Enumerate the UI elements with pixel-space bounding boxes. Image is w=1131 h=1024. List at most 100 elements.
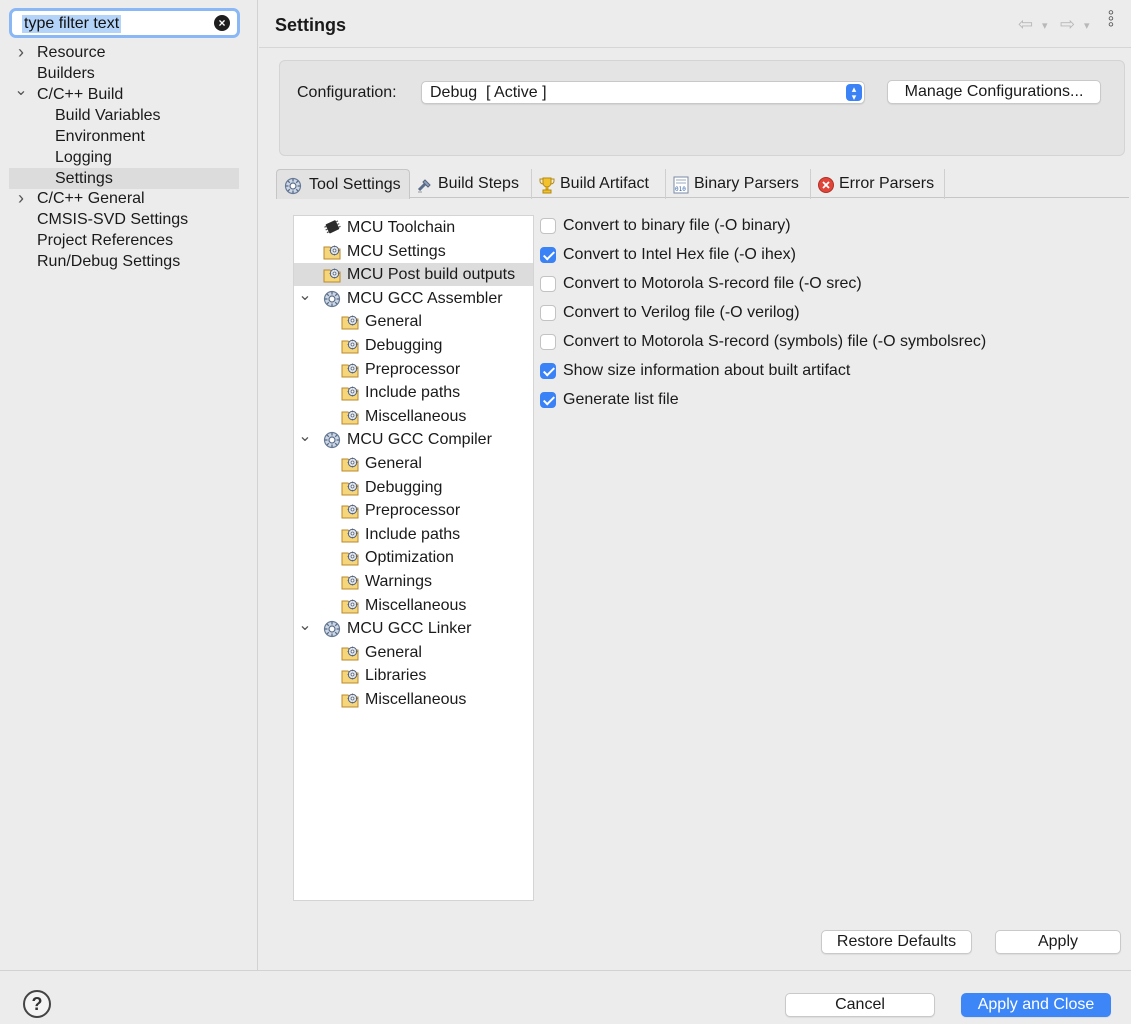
checkbox-unchecked-icon[interactable]: [540, 276, 556, 292]
configuration-select[interactable]: Debug [ Active ] ▴ ▾: [421, 81, 865, 104]
sidebar-item-label: Environment: [55, 128, 145, 145]
folder-gear-icon: [341, 337, 360, 354]
tab-label: Error Parsers: [839, 175, 935, 192]
manage-configurations-button[interactable]: Manage Configurations...: [887, 80, 1101, 104]
chevron-right-icon[interactable]: ›: [13, 188, 29, 209]
tree-item[interactable]: MCU Toolchain: [294, 216, 533, 239]
tree-item[interactable]: Miscellaneous: [294, 594, 533, 617]
option-label: Convert to Intel Hex file (-O ihex): [563, 246, 796, 263]
checkbox-checked-icon[interactable]: [540, 363, 556, 379]
sidebar-item-label: C/C++ Build: [37, 86, 124, 103]
restore-defaults-button[interactable]: Restore Defaults: [821, 930, 972, 954]
folder-gear-icon: [341, 455, 360, 472]
forward-dropdown-icon[interactable]: ▾: [1084, 19, 1090, 32]
sidebar-item[interactable]: Logging: [9, 147, 239, 168]
tree-item[interactable]: ⌄ MCU GCC Linker: [294, 617, 533, 640]
tree-item-label: Preprocessor: [365, 502, 461, 520]
configuration-value: Debug [ Active ]: [430, 84, 547, 101]
tab-tool-settings[interactable]: Tool Settings: [276, 169, 410, 199]
folder-gear-icon: [341, 361, 360, 378]
sidebar-item[interactable]: Environment: [9, 126, 239, 147]
sidebar-item[interactable]: ⌄ C/C++ Build: [9, 84, 239, 105]
tree-item[interactable]: ⌄ MCU GCC Compiler: [294, 428, 533, 451]
tree-item-label: Libraries: [365, 667, 427, 685]
sidebar-item[interactable]: Builders: [9, 63, 239, 84]
folder-gear-icon: [341, 502, 360, 519]
tree-item[interactable]: Miscellaneous: [294, 688, 533, 711]
tab-build-steps[interactable]: Build Steps: [410, 169, 532, 199]
tree-item[interactable]: ⌄ MCU GCC Assembler: [294, 287, 533, 310]
sidebar-item-label: Build Variables: [55, 107, 161, 124]
folder-gear-icon: [341, 597, 360, 614]
view-menu-icon[interactable]: ° ° °: [1106, 9, 1116, 37]
tree-item-label: Optimization: [365, 549, 454, 567]
tree-item-label: MCU Post build outputs: [347, 266, 516, 284]
folder-gear-icon: [341, 526, 360, 543]
tree-item[interactable]: Include paths: [294, 523, 533, 546]
tree-item[interactable]: Warnings: [294, 570, 533, 593]
tree-item-label: Miscellaneous: [365, 691, 467, 708]
sidebar-item-label: C/C++ General: [37, 190, 145, 207]
tree-item[interactable]: Preprocessor: [294, 358, 533, 381]
tree-item-label: Warnings: [365, 573, 432, 590]
sidebar-item[interactable]: CMSIS-SVD Settings: [9, 209, 239, 230]
sidebar-item[interactable]: Project References: [9, 230, 239, 251]
binary-parser-icon: 010: [672, 175, 690, 194]
chevron-down-icon[interactable]: ⌄: [297, 284, 313, 307]
tree-item[interactable]: Debugging: [294, 476, 533, 499]
checkbox-unchecked-icon[interactable]: [540, 334, 556, 350]
cancel-button[interactable]: Cancel: [785, 993, 935, 1017]
sidebar-item[interactable]: Build Variables: [9, 105, 239, 126]
chevron-down-icon[interactable]: ⌄: [297, 425, 313, 448]
sidebar-item-label: Run/Debug Settings: [37, 253, 181, 270]
sidebar-item-label: Logging: [55, 149, 112, 166]
help-icon[interactable]: ?: [23, 990, 51, 1018]
tab-build-artifact[interactable]: Build Artifact: [532, 169, 666, 199]
filter-input-text: type filter text: [22, 15, 122, 33]
tree-item-label: MCU Toolchain: [347, 219, 456, 236]
tree-item[interactable]: General: [294, 452, 533, 475]
back-arrow-icon[interactable]: ⇦: [1018, 14, 1033, 35]
filter-input[interactable]: type filter text ×: [9, 8, 240, 38]
tree-item-label: General: [365, 313, 422, 331]
error-icon: [817, 175, 835, 193]
tree-item[interactable]: Libraries: [294, 664, 533, 687]
folder-gear-icon: [341, 408, 360, 425]
apply-button[interactable]: Apply: [995, 930, 1121, 954]
sidebar-item[interactable]: › C/C++ General: [9, 188, 239, 209]
checkbox-unchecked-icon[interactable]: [540, 305, 556, 321]
tree-item-label: Miscellaneous: [365, 407, 467, 425]
tab-binary-parsers[interactable]: 010 Binary Parsers: [666, 169, 811, 199]
tree-item-label: Debugging: [365, 337, 443, 354]
forward-arrow-icon[interactable]: ⇨: [1060, 14, 1075, 35]
tree-item[interactable]: Include paths: [294, 381, 533, 404]
clear-filter-icon[interactable]: ×: [214, 15, 230, 31]
tab-error-parsers[interactable]: Error Parsers: [811, 169, 945, 199]
checkbox-checked-icon[interactable]: [540, 247, 556, 263]
tree-item[interactable]: Optimization: [294, 546, 533, 569]
tool-gear-icon: [323, 290, 342, 307]
tree-item[interactable]: MCU Settings: [294, 240, 533, 263]
sidebar-item[interactable]: › Resource: [9, 42, 239, 63]
tree-item[interactable]: MCU Post build outputs: [294, 263, 533, 287]
apply-and-close-button[interactable]: Apply and Close: [961, 993, 1111, 1017]
tree-item[interactable]: Debugging: [294, 334, 533, 357]
tree-item[interactable]: General: [294, 641, 533, 664]
chevron-down-icon[interactable]: ⌄: [297, 614, 313, 637]
tab-label: Build Artifact: [560, 175, 649, 192]
back-dropdown-icon[interactable]: ▾: [1042, 19, 1048, 32]
tree-item[interactable]: General: [294, 310, 533, 333]
sidebar-item[interactable]: Settings: [9, 168, 239, 189]
sidebar-item[interactable]: Run/Debug Settings: [9, 251, 239, 272]
checkbox-unchecked-icon[interactable]: [540, 218, 556, 234]
sidebar-item-label: Settings: [55, 170, 113, 187]
chevron-right-icon[interactable]: ›: [13, 42, 29, 63]
folder-gear-icon: [341, 384, 360, 401]
tree-item[interactable]: Miscellaneous: [294, 405, 533, 428]
folder-gear-icon: [323, 266, 342, 283]
tree-item[interactable]: Preprocessor: [294, 499, 533, 522]
trophy-icon: [538, 175, 556, 194]
option-label: Generate list file: [563, 391, 679, 408]
checkbox-checked-icon[interactable]: [540, 392, 556, 408]
chevron-down-icon[interactable]: ⌄: [13, 84, 29, 101]
